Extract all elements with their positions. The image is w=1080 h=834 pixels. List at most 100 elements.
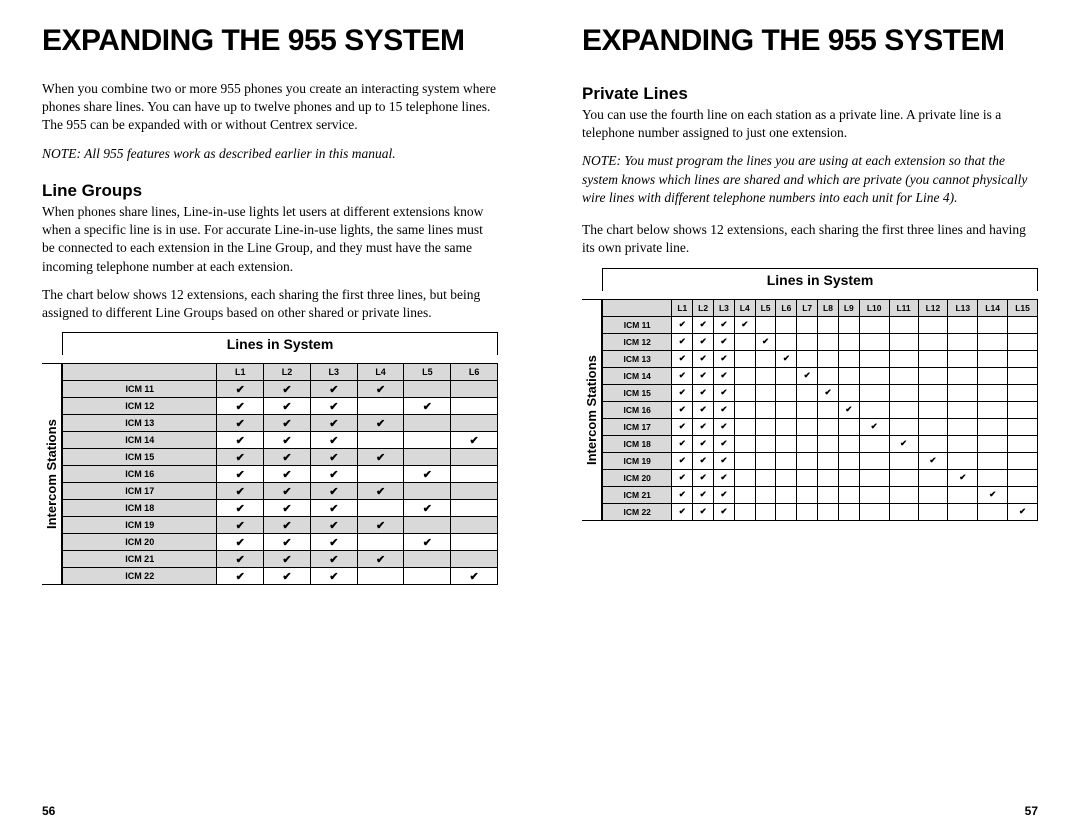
table-cell: [838, 350, 859, 367]
table-cell: [918, 367, 948, 384]
table-cell: ✔: [734, 316, 755, 333]
table-cell: ✔: [693, 384, 714, 401]
check-icon: ✔: [282, 486, 291, 498]
table-cell: [948, 401, 978, 418]
row-label: ICM 17: [603, 418, 672, 435]
check-icon: ✔: [236, 401, 245, 413]
table-cell: ✔: [310, 398, 357, 415]
table-cell: [838, 435, 859, 452]
table-cell: ✔: [264, 415, 311, 432]
table-cell: ✔: [264, 381, 311, 398]
table-cell: [404, 449, 451, 466]
row-label: ICM 14: [603, 367, 672, 384]
table-caption: Lines in System: [62, 332, 498, 355]
table-cell: ✔: [310, 466, 357, 483]
table-cell: [918, 316, 948, 333]
check-icon: ✔: [329, 486, 338, 498]
table-cell: [818, 367, 839, 384]
check-icon: ✔: [679, 489, 686, 499]
column-header: L3: [310, 364, 357, 381]
table-cell: [755, 384, 776, 401]
row-label: ICM 14: [63, 432, 217, 449]
check-icon: ✔: [423, 401, 432, 413]
table-row: ICM 22✔✔✔✔: [603, 503, 1038, 520]
table-cell: ✔: [310, 432, 357, 449]
column-header: L3: [714, 299, 735, 316]
private-lines-p1: You can use the fourth line on each stat…: [582, 106, 1038, 142]
page-number: 57: [582, 804, 1038, 818]
row-label: ICM 16: [603, 401, 672, 418]
table-cell: [1008, 418, 1038, 435]
check-icon: ✔: [679, 387, 686, 397]
table-row: ICM 12✔✔✔✔: [63, 398, 498, 415]
table-cell: [918, 503, 948, 520]
table-cell: ✔: [859, 418, 889, 435]
table-cell: ✔: [217, 534, 264, 551]
check-icon: ✔: [824, 387, 831, 397]
column-header: L7: [797, 299, 818, 316]
check-icon: ✔: [720, 319, 727, 329]
table-cell: [918, 486, 948, 503]
check-icon: ✔: [376, 452, 385, 464]
table-cell: ✔: [714, 486, 735, 503]
table-cell: [889, 316, 918, 333]
table-cell: [859, 401, 889, 418]
table-cell: ✔: [264, 568, 311, 585]
table-cell: ✔: [693, 469, 714, 486]
column-header: L2: [693, 299, 714, 316]
table-cell: ✔: [672, 435, 693, 452]
table-cell: [948, 316, 978, 333]
section-heading-line-groups: Line Groups: [42, 181, 498, 201]
check-icon: ✔: [679, 472, 686, 482]
check-icon: ✔: [679, 353, 686, 363]
table-cell: [451, 483, 498, 500]
table-cell: [838, 452, 859, 469]
table-cell: ✔: [217, 432, 264, 449]
row-label: ICM 13: [603, 350, 672, 367]
page-title: EXPANDING THE 955 SYSTEM: [582, 24, 1038, 58]
table-cell: [776, 401, 797, 418]
table-cell: [755, 452, 776, 469]
check-icon: ✔: [679, 404, 686, 414]
table-row: ICM 20✔✔✔✔: [63, 534, 498, 551]
table-cell: ✔: [264, 517, 311, 534]
table-row: ICM 19✔✔✔✔: [603, 452, 1038, 469]
table-cell: [948, 333, 978, 350]
check-icon: ✔: [679, 336, 686, 346]
table-cell: [451, 398, 498, 415]
table-cell: [755, 367, 776, 384]
table-cell: ✔: [672, 452, 693, 469]
table-row: ICM 14✔✔✔✔: [63, 432, 498, 449]
table-cell: [776, 486, 797, 503]
check-icon: ✔: [329, 554, 338, 566]
table-cell: ✔: [693, 486, 714, 503]
table-cell: ✔: [264, 500, 311, 517]
table-cell: ✔: [714, 469, 735, 486]
check-icon: ✔: [700, 319, 707, 329]
vertical-label-intercom-stations: Intercom Stations: [582, 299, 602, 521]
table-cell: [797, 435, 818, 452]
table-cell: ✔: [217, 517, 264, 534]
table-corner: [63, 364, 217, 381]
table-cell: [734, 435, 755, 452]
check-icon: ✔: [679, 319, 686, 329]
table-cell: ✔: [693, 350, 714, 367]
table-cell: ✔: [693, 367, 714, 384]
table-cell: [451, 551, 498, 568]
section-heading-private-lines: Private Lines: [582, 84, 1038, 104]
check-icon: ✔: [329, 469, 338, 481]
table-cell: [889, 503, 918, 520]
table-cell: [755, 418, 776, 435]
check-icon: ✔: [236, 520, 245, 532]
check-icon: ✔: [720, 455, 727, 465]
note-text: NOTE: You must program the lines you are…: [582, 152, 1038, 207]
check-icon: ✔: [282, 537, 291, 549]
table-cell: [734, 401, 755, 418]
check-icon: ✔: [236, 384, 245, 396]
table-cell: ✔: [714, 503, 735, 520]
table-cell: [1008, 452, 1038, 469]
column-header: L4: [357, 364, 404, 381]
table-cell: [918, 333, 948, 350]
table-cell: [818, 469, 839, 486]
table-cell: ✔: [404, 466, 451, 483]
